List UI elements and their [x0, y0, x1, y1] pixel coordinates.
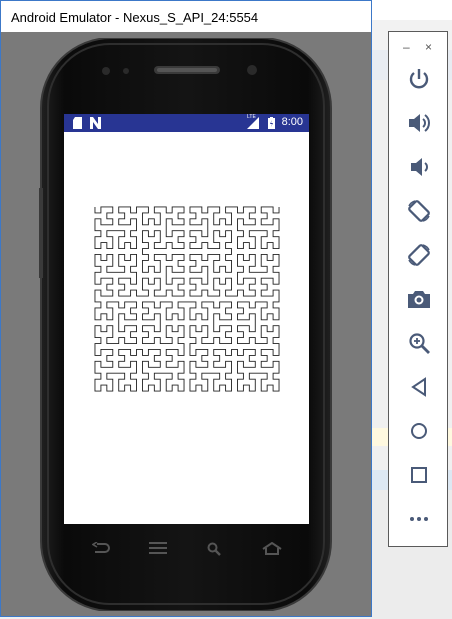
network-type-label: LTE — [247, 114, 256, 120]
more-icon[interactable] — [406, 506, 432, 532]
power-icon[interactable] — [406, 66, 432, 92]
battery-icon — [268, 117, 275, 129]
emulator-window: Android Emulator - Nexus_S_API_24:5554 L… — [0, 0, 372, 617]
camera-icon[interactable] — [406, 286, 432, 312]
home-icon[interactable] — [406, 418, 432, 444]
hilbert-curve-path — [94, 206, 280, 392]
emulator-side-toolbar: – × — [388, 31, 448, 547]
close-button[interactable]: × — [425, 40, 432, 54]
background-desktop-strip — [372, 0, 452, 20]
menu-key-icon[interactable] — [149, 542, 167, 554]
sd-card-icon — [73, 117, 82, 129]
back-icon[interactable] — [406, 374, 432, 400]
n-notification-icon — [90, 117, 101, 129]
status-time: 8:00 — [281, 116, 303, 128]
hilbert-curve-drawing — [94, 206, 280, 392]
home-key-icon[interactable] — [262, 542, 282, 555]
rotate-left-icon[interactable] — [406, 198, 432, 224]
window-title: Android Emulator - Nexus_S_API_24:5554 — [11, 10, 259, 25]
back-key-icon[interactable] — [92, 542, 110, 554]
minimize-button[interactable]: – — [403, 40, 410, 54]
overview-icon[interactable] — [406, 462, 432, 488]
window-titlebar[interactable]: Android Emulator - Nexus_S_API_24:5554 — [1, 1, 371, 32]
volume-up-icon[interactable] — [406, 110, 432, 136]
rotate-right-icon[interactable] — [406, 242, 432, 268]
volume-down-icon[interactable] — [406, 154, 432, 180]
device-screen[interactable]: LTE 8:00 — [64, 114, 309, 524]
zoom-icon[interactable] — [406, 330, 432, 356]
status-bar: LTE 8:00 — [64, 114, 309, 132]
search-key-icon[interactable] — [207, 542, 221, 556]
